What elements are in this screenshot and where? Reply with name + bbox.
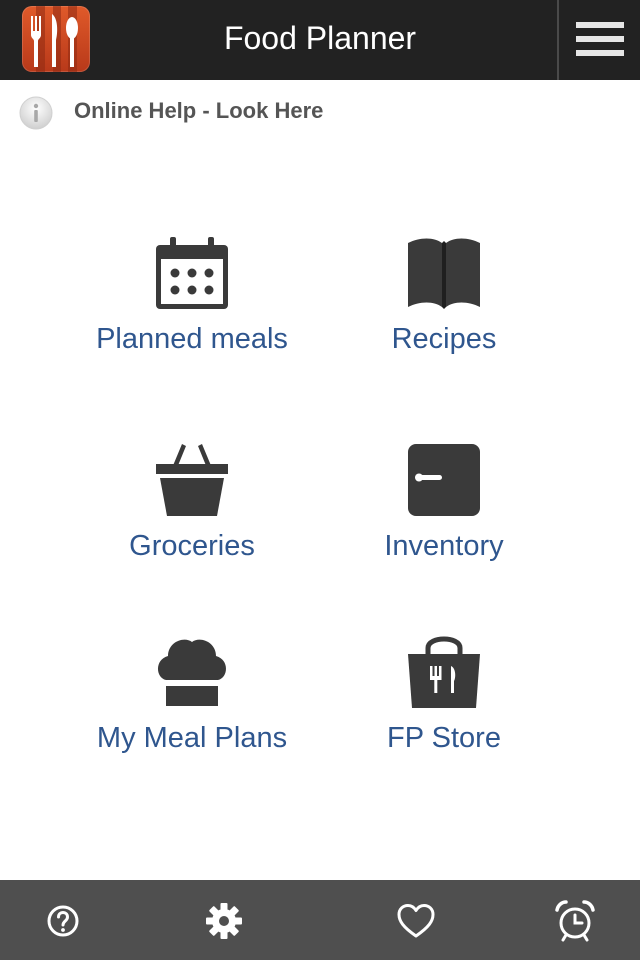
my-meal-plans-label: My Meal Plans — [96, 722, 288, 754]
inventory-label: Inventory — [384, 530, 504, 562]
recipes-button[interactable]: Recipes — [314, 235, 574, 375]
menu-button[interactable] — [559, 0, 640, 80]
groceries-label: Groceries — [129, 530, 255, 562]
info-icon — [19, 96, 53, 130]
help-button[interactable] — [40, 898, 86, 944]
basket-icon — [156, 444, 228, 516]
app-header: Food Planner — [0, 0, 640, 80]
planned-meals-label: Planned meals — [96, 323, 288, 355]
alarm-clock-icon — [555, 900, 595, 942]
settings-button[interactable] — [201, 898, 247, 944]
online-help-link[interactable]: Online Help - Look Here — [0, 88, 640, 136]
help-text: Online Help - Look Here — [74, 98, 324, 123]
fp-store-button[interactable]: FP Store — [314, 634, 574, 774]
chef-hat-icon — [158, 639, 226, 706]
calendar-icon — [156, 237, 228, 309]
reminders-button[interactable] — [552, 898, 598, 944]
my-meal-plans-button[interactable]: My Meal Plans — [62, 634, 322, 774]
fp-store-label: FP Store — [387, 722, 501, 754]
recipes-label: Recipes — [391, 323, 497, 355]
inventory-button[interactable]: Inventory — [314, 442, 574, 582]
pantry-icon — [408, 444, 480, 516]
cutlery-logo-icon — [22, 6, 90, 72]
book-icon — [408, 238, 480, 309]
hamburger-menu-icon — [576, 22, 624, 56]
heart-icon — [397, 904, 435, 938]
store-bag-icon — [408, 636, 480, 708]
groceries-button[interactable]: Groceries — [62, 442, 322, 582]
planned-meals-button[interactable]: Planned meals — [62, 235, 322, 375]
help-icon — [47, 905, 79, 937]
page-title: Food Planner — [223, 20, 417, 56]
favorites-button[interactable] — [393, 898, 439, 944]
bottom-toolbar — [0, 880, 640, 960]
gear-icon — [206, 903, 242, 939]
